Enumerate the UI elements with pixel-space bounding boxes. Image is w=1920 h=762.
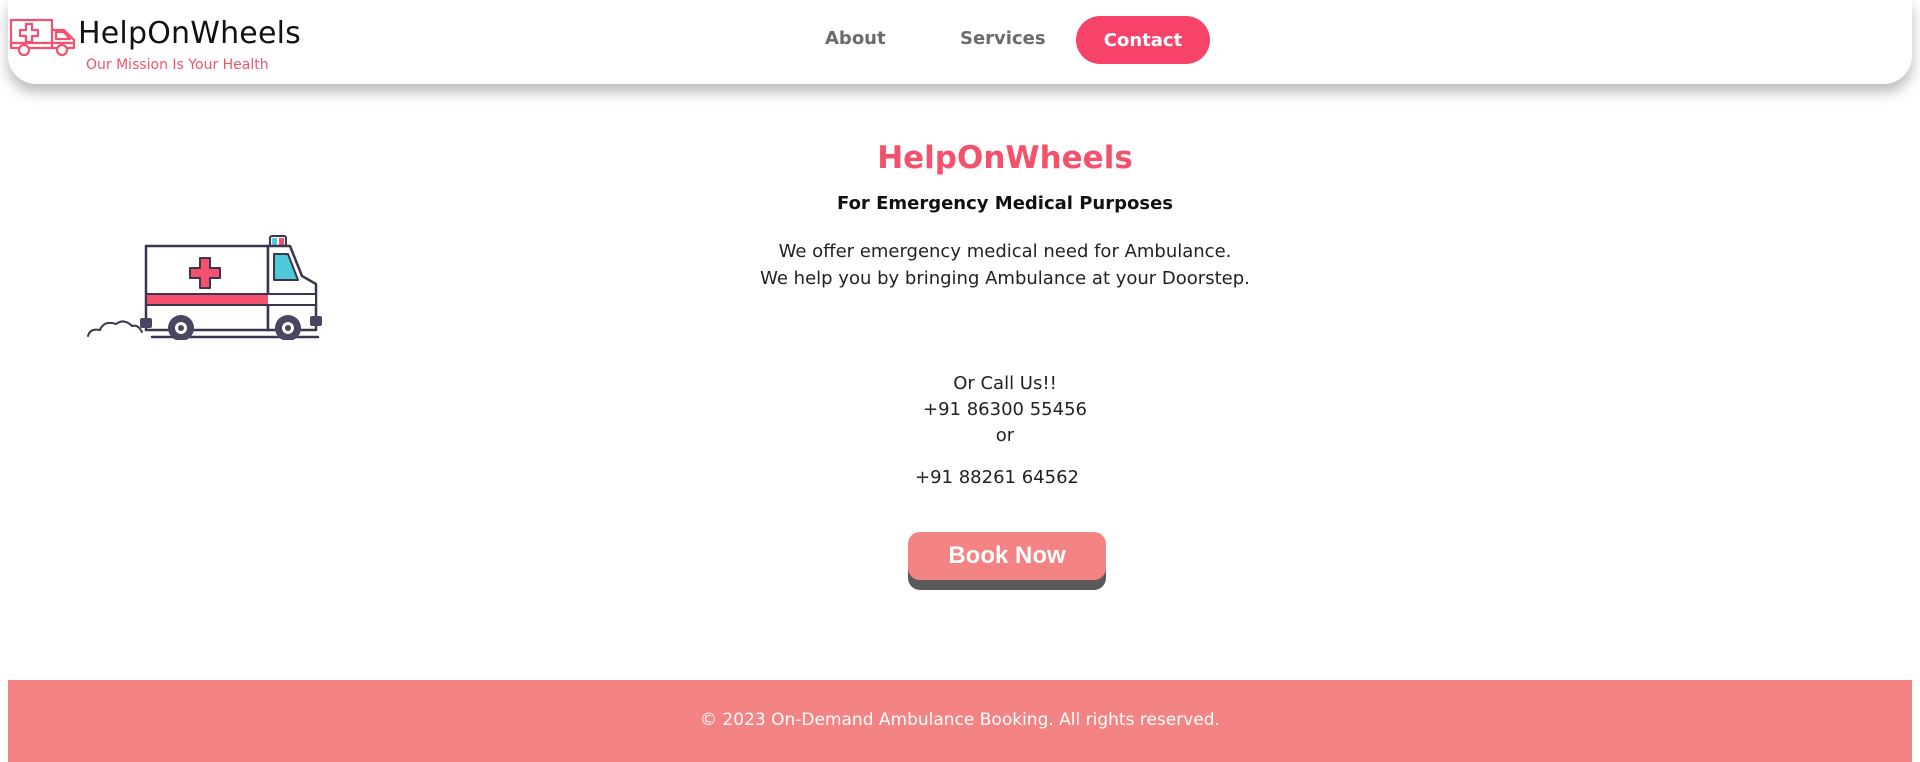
hero-description: We offer emergency medical need for Ambu… — [0, 238, 1920, 292]
call-us-label: Or Call Us!! — [953, 373, 1057, 394]
or-separator: or — [995, 425, 1015, 446]
hero-title: HelpOnWheels — [877, 140, 1133, 176]
call-us-block: Or Call Us!! +91 86300 55456 or — [0, 371, 1920, 449]
book-now-button[interactable]: Book Now — [908, 532, 1106, 580]
nav-services-link[interactable]: Services — [960, 28, 1046, 49]
main-nav: About Services Contact — [8, 0, 1912, 84]
footer-copyright: © 2023 On-Demand Ambulance Booking. All … — [700, 710, 1220, 730]
site-footer: © 2023 On-Demand Ambulance Booking. All … — [8, 680, 1912, 762]
contact-button[interactable]: Contact — [1076, 16, 1210, 64]
book-now-wrapper: Book Now — [908, 532, 1106, 590]
description-line-2: We help you by bringing Ambulance at you… — [760, 268, 1250, 289]
nav-about-link[interactable]: About — [825, 28, 886, 49]
hero-subtitle: For Emergency Medical Purposes — [837, 193, 1173, 214]
phone-number-1[interactable]: +91 86300 55456 — [0, 397, 1920, 423]
site-header: HelpOnWheels Our Mission Is Your Health … — [8, 0, 1912, 84]
phone-number-2[interactable]: +91 88261 64562 — [0, 467, 1920, 488]
description-line-1: We offer emergency medical need for Ambu… — [778, 241, 1232, 262]
